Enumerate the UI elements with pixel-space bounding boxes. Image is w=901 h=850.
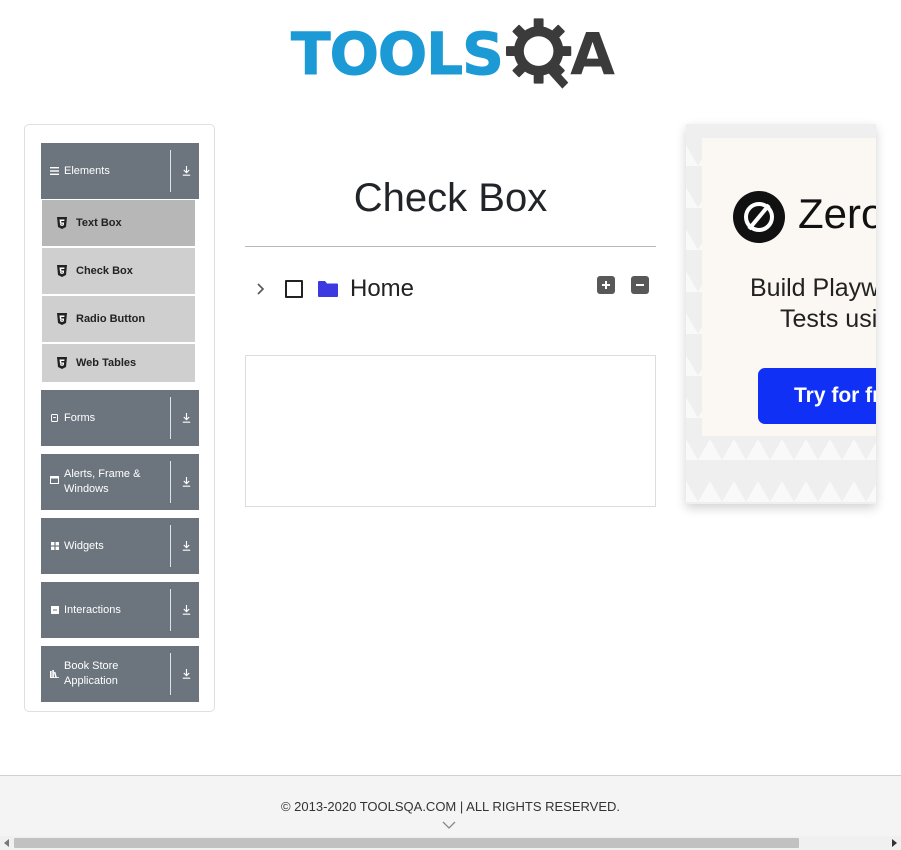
advertisement[interactable]: ZeroS Build Playwr Tests using Try for f… <box>686 124 876 504</box>
logo-text-a: A <box>570 20 615 88</box>
download-arrow-icon[interactable] <box>179 475 193 489</box>
html5-icon <box>57 357 67 369</box>
menu-item-label: Check Box <box>76 265 133 277</box>
home-checkbox[interactable] <box>285 280 303 298</box>
scroll-left-arrow-icon[interactable] <box>3 839 11 847</box>
ad-headline-line-2: Tests using <box>780 305 876 333</box>
html5-icon <box>57 265 67 277</box>
chevron-down-icon[interactable] <box>442 821 456 829</box>
group-divider <box>170 150 171 192</box>
horizontal-scrollbar[interactable] <box>0 836 901 850</box>
group-forms[interactable]: Forms <box>41 390 199 446</box>
menu-item-label: Web Tables <box>76 357 137 369</box>
toolsqa-logo[interactable]: TOOLS A <box>291 16 615 92</box>
minus-square-icon <box>636 284 644 286</box>
scroll-right-arrow-icon[interactable] <box>890 839 898 847</box>
group-divider <box>170 525 171 567</box>
group-book-store-application[interactable]: Book Store Application <box>41 646 199 702</box>
group-interactions[interactable]: Interactions <box>41 582 199 638</box>
window-icon <box>50 475 59 484</box>
logo-text-tools: TOOLS <box>291 20 505 88</box>
title-divider <box>245 246 656 247</box>
ad-headline-line-1: Build Playwr <box>750 274 876 302</box>
download-arrow-icon[interactable] <box>179 164 193 178</box>
interactions-icon <box>50 606 59 615</box>
folder-icon <box>318 281 338 297</box>
html5-icon <box>57 217 67 229</box>
left-panel: Elements Text Box Check Box Radio Button… <box>24 124 215 712</box>
group-divider <box>170 397 171 439</box>
menu-item-label: Text Box <box>76 217 122 229</box>
scrollbar-thumb[interactable] <box>14 838 799 848</box>
result-panel <box>245 355 656 507</box>
download-arrow-icon[interactable] <box>179 411 193 425</box>
group-alerts-frame-windows[interactable]: Alerts, Frame & Windows <box>41 454 199 510</box>
menu-item-radio-button[interactable]: Radio Button <box>42 296 195 342</box>
group-label: Widgets <box>64 539 104 552</box>
group-label: Elements <box>64 164 110 177</box>
collapse-all-button[interactable] <box>631 276 649 294</box>
ad-cta-label: Try for free <box>794 384 876 407</box>
menu-item-web-tables[interactable]: Web Tables <box>42 344 195 382</box>
form-icon <box>50 414 59 423</box>
chevron-right-icon[interactable] <box>252 281 268 297</box>
group-elements[interactable]: Elements <box>41 143 199 199</box>
ad-card: ZeroS Build Playwr Tests using Try for f… <box>702 138 876 436</box>
tree-node-home: Home <box>252 274 414 304</box>
download-arrow-icon[interactable] <box>179 603 193 617</box>
group-divider <box>170 589 171 631</box>
tree-node-label[interactable]: Home <box>350 275 414 303</box>
page-title: Check Box <box>353 176 548 220</box>
group-divider <box>170 461 171 503</box>
widgets-icon <box>50 542 59 551</box>
group-label: Alerts, Frame & Windows <box>64 468 141 495</box>
group-label: Forms <box>64 411 96 424</box>
menu-item-check-box[interactable]: Check Box <box>42 248 195 294</box>
magnifier-gear-icon <box>505 18 572 89</box>
plus-square-icon <box>602 281 610 289</box>
menu-item-label: Radio Button <box>76 313 146 325</box>
group-label: Book Store Application <box>64 660 119 687</box>
download-arrow-icon[interactable] <box>179 667 193 681</box>
download-arrow-icon[interactable] <box>179 539 193 553</box>
bookstore-icon <box>50 670 59 679</box>
group-label: Interactions <box>64 603 121 616</box>
copyright-text: © 2013-2020 TOOLSQA.COM | ALL RIGHTS RES… <box>280 799 621 814</box>
ad-cta-button[interactable]: Try for free <box>758 368 876 424</box>
ad-brand: ZeroS <box>798 190 876 237</box>
hamburger-icon <box>50 167 59 176</box>
html5-icon <box>57 313 67 325</box>
menu-item-text-box[interactable]: Text Box <box>42 200 195 246</box>
group-divider <box>170 653 171 695</box>
group-widgets[interactable]: Widgets <box>41 518 199 574</box>
expand-all-button[interactable] <box>597 276 615 294</box>
zerostep-logo-icon <box>733 191 785 243</box>
